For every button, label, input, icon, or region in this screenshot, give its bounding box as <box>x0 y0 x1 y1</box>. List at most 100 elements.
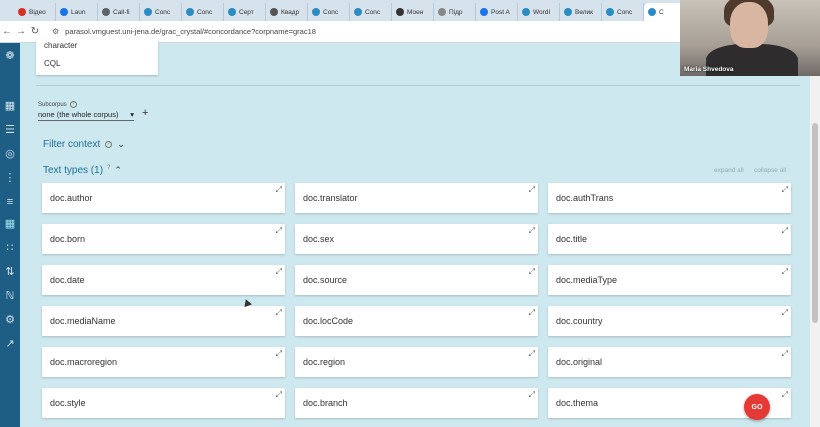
settings-sliders-icon[interactable]: ⚙ <box>3 313 17 327</box>
filter-lines-icon[interactable]: ≡ <box>3 195 17 209</box>
tab-label: Conc <box>617 8 633 16</box>
browser-tab[interactable]: Post A <box>476 3 518 21</box>
text-types-toggle[interactable]: Text types (1) ? ⌃ <box>43 165 122 177</box>
expand-icon[interactable]: ⤢ <box>276 185 282 195</box>
text-type-card[interactable]: doc.style ⤢ <box>42 388 285 418</box>
text-type-card[interactable]: doc.born ⤢ <box>42 224 285 254</box>
tab-favicon-icon <box>102 8 110 16</box>
tab-favicon-icon <box>60 8 68 16</box>
text-type-card[interactable]: doc.mediaType ⤢ <box>548 265 791 295</box>
browser-tab[interactable]: Conc <box>350 3 392 21</box>
text-type-label: doc.macroregion <box>50 357 118 367</box>
tab-label: C <box>659 8 664 16</box>
text-type-card[interactable]: doc.date ⤢ <box>42 265 285 295</box>
browser-tab[interactable]: Підр <box>434 3 476 21</box>
browser-tab[interactable]: Велик <box>560 3 602 21</box>
back-icon[interactable]: ← <box>0 21 14 43</box>
query-option-character[interactable]: character <box>44 41 77 50</box>
text-type-label: doc.authTrans <box>556 193 614 203</box>
go-button[interactable]: GO <box>744 394 770 420</box>
text-type-card[interactable]: doc.author ⤢ <box>42 183 285 213</box>
browser-tab[interactable]: Conc <box>182 3 224 21</box>
help-icon[interactable]: ? <box>105 141 113 148</box>
expand-all-link[interactable]: expand all <box>714 167 744 174</box>
tab-label: Conc <box>155 8 171 16</box>
text-type-card[interactable]: doc.title ⤢ <box>548 224 791 254</box>
expand-icon[interactable]: ⤢ <box>529 308 535 318</box>
browser-tab[interactable]: Квадр <box>266 3 308 21</box>
site-info-icon[interactable]: ⚙ <box>52 27 59 36</box>
text-type-card[interactable]: doc.authTrans ⤢ <box>548 183 791 213</box>
grid-icon[interactable]: ∷ <box>3 241 17 255</box>
text-type-card[interactable]: doc.original ⤢ <box>548 347 791 377</box>
query-type-menu: character CQL <box>36 39 158 75</box>
add-subcorpus-button[interactable]: + <box>142 107 148 119</box>
collapse-all-link[interactable]: collapse all <box>754 167 786 174</box>
expand-icon[interactable]: ⤢ <box>782 267 788 277</box>
chevron-up-icon: ⌃ <box>114 165 122 175</box>
expand-icon[interactable]: ⤢ <box>529 267 535 277</box>
list-icon[interactable]: ☰ <box>3 123 17 137</box>
scrollbar-thumb[interactable] <box>812 123 818 323</box>
text-type-card[interactable]: doc.macroregion ⤢ <box>42 347 285 377</box>
browser-tab[interactable]: Моен <box>392 3 434 21</box>
text-type-card[interactable]: doc.branch ⤢ <box>295 388 538 418</box>
expand-icon[interactable]: ⤢ <box>276 349 282 359</box>
expand-icon[interactable]: ⤢ <box>782 349 788 359</box>
expand-icon[interactable]: ⤢ <box>782 185 788 195</box>
ne-icon[interactable]: ℕ <box>3 289 17 303</box>
filter-context-toggle[interactable]: Filter context ? ⌄ <box>43 139 125 150</box>
sort-icon[interactable]: ⇅ <box>3 265 17 279</box>
text-type-card[interactable]: doc.region ⤢ <box>295 347 538 377</box>
text-type-card[interactable]: doc.country ⤢ <box>548 306 791 336</box>
subcorpus-select[interactable]: none (the whole corpus) ▾ <box>38 109 134 121</box>
expand-icon[interactable]: ⤢ <box>782 226 788 236</box>
browser-tab[interactable]: Laun <box>56 3 98 21</box>
browser-tab[interactable]: Conc <box>140 3 182 21</box>
text-type-label: doc.sex <box>303 234 335 244</box>
browser-tab[interactable]: Conc <box>308 3 350 21</box>
text-type-card[interactable]: doc.source ⤢ <box>295 265 538 295</box>
browser-tab[interactable]: Conc <box>602 3 644 21</box>
browser-tab[interactable]: Call-fi <box>98 3 140 21</box>
section-divider <box>36 85 800 86</box>
text-type-card[interactable]: doc.translator ⤢ <box>295 183 538 213</box>
query-option-cql[interactable]: CQL <box>44 59 60 68</box>
tab-label: Підр <box>449 8 463 16</box>
browser-tab[interactable]: Серт <box>224 3 266 21</box>
expand-icon[interactable]: ⤢ <box>276 390 282 400</box>
text-type-label: doc.region <box>303 357 346 367</box>
expand-icon[interactable]: ⤢ <box>276 226 282 236</box>
expand-icon[interactable]: ⤢ <box>529 349 535 359</box>
tab-favicon-icon <box>228 8 236 16</box>
app-logo-icon[interactable]: ❁ <box>3 49 17 63</box>
browser-tab[interactable]: WordI <box>518 3 560 21</box>
help-icon[interactable]: ? <box>69 101 77 108</box>
tab-favicon-icon <box>144 8 152 16</box>
text-type-card[interactable]: doc.mediaName ⤢ <box>42 306 285 336</box>
text-type-label: doc.thema <box>556 398 599 408</box>
expand-icon[interactable]: ⤢ <box>529 185 535 195</box>
text-type-card[interactable]: doc.sex ⤢ <box>295 224 538 254</box>
text-type-label: doc.author <box>50 193 93 203</box>
forward-icon[interactable]: → <box>14 21 28 43</box>
expand-icon[interactable]: ⤢ <box>782 308 788 318</box>
text-type-label: doc.country <box>556 316 603 326</box>
text-type-card[interactable]: doc.locCode ⤢ <box>295 306 538 336</box>
compass-icon[interactable]: ◎ <box>3 147 17 161</box>
concordance-icon[interactable]: ▦ <box>3 217 17 231</box>
expand-icon[interactable]: ⤢ <box>529 226 535 236</box>
trend-icon[interactable]: ↗ <box>3 337 17 351</box>
tab-label: Квадр <box>281 8 300 16</box>
tab-label: Моен <box>407 8 424 16</box>
browser-tab[interactable]: Відео <box>14 3 56 21</box>
expand-icon[interactable]: ⤢ <box>276 308 282 318</box>
tab-label: Conc <box>197 8 213 16</box>
expand-icon[interactable]: ⤢ <box>276 267 282 277</box>
expand-icon[interactable]: ⤢ <box>782 390 788 400</box>
dashboard-icon[interactable]: ▦ <box>3 99 17 113</box>
keywords-icon[interactable]: ⋮ <box>3 171 17 185</box>
page-scrollbar[interactable] <box>810 43 820 427</box>
tab-label: Call-fi <box>113 8 130 16</box>
expand-icon[interactable]: ⤢ <box>529 390 535 400</box>
